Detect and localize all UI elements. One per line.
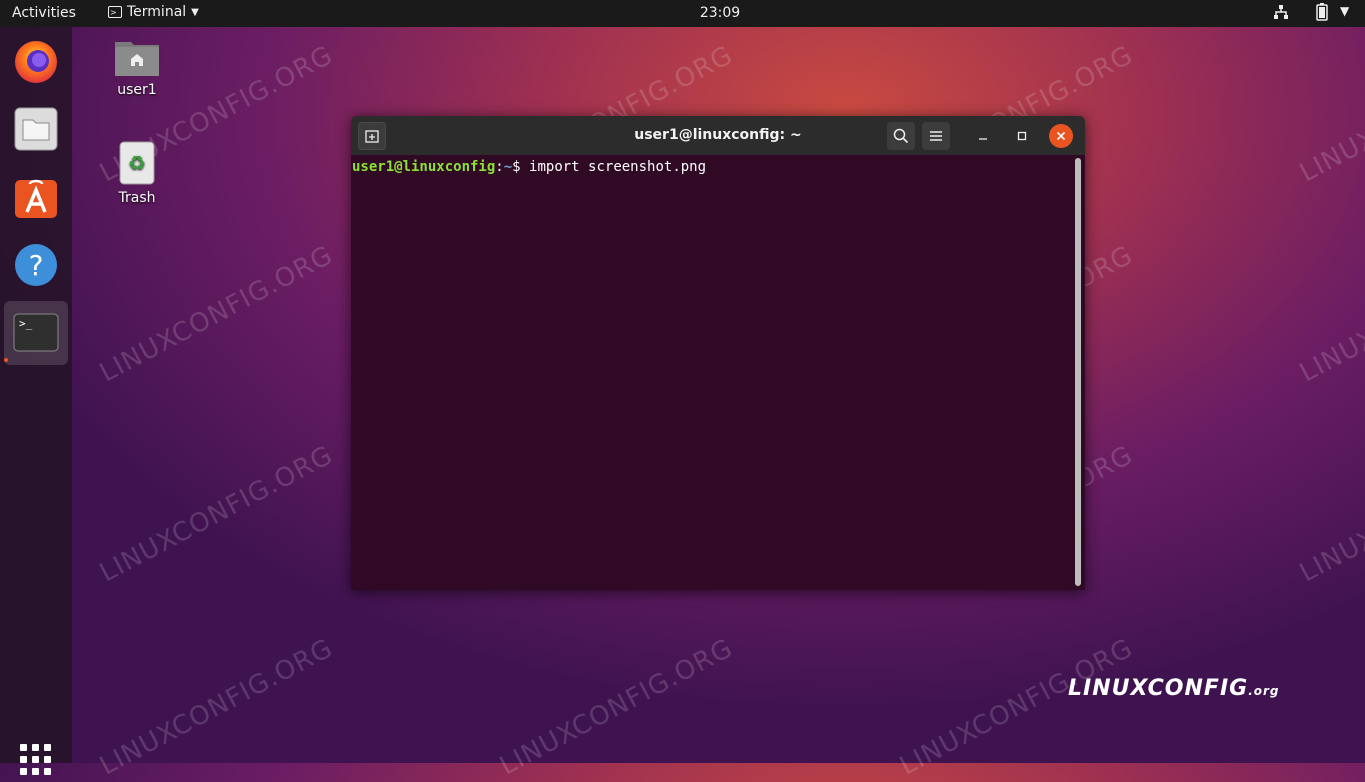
- maximize-button[interactable]: [1008, 122, 1036, 150]
- watermark-text: LINUXCONFIG.ORG: [1295, 440, 1365, 589]
- desktop-home-folder[interactable]: user1: [108, 36, 166, 98]
- watermark-text: LINUXCONFIG.ORG: [95, 633, 339, 782]
- hamburger-icon: [930, 131, 942, 141]
- top-bar: Activities > Terminal ▼ 23:09 ▼: [0, 0, 1365, 27]
- logo-main: LINUXCONFIG: [1068, 676, 1249, 701]
- desktop-icon-label: user1: [117, 82, 157, 98]
- help-icon: ?: [15, 244, 57, 286]
- dock-firefox[interactable]: [4, 29, 68, 93]
- show-applications-icon[interactable]: [20, 744, 51, 775]
- desktop-trash[interactable]: ♻ Trash: [108, 140, 166, 206]
- watermark-text: LINUXCONFIG.ORG: [1295, 40, 1365, 189]
- terminal-window[interactable]: user1@linuxconfig: ~ user1@linuxconfig:~…: [351, 116, 1085, 590]
- prompt-line: user1@linuxconfig:~$ import screenshot.p…: [352, 159, 706, 175]
- dock-files[interactable]: [4, 97, 68, 161]
- dock-terminal[interactable]: >_: [4, 301, 68, 365]
- dock-ubuntu-software[interactable]: [4, 165, 68, 229]
- menu-button[interactable]: [922, 122, 950, 150]
- watermark-text: LINUXCONFIG.ORG: [95, 440, 339, 589]
- system-menu-caret-icon[interactable]: ▼: [1340, 4, 1349, 18]
- watermark-text: LINUXCONFIG.ORG: [895, 633, 1139, 782]
- dock: ? >_: [0, 27, 72, 775]
- prompt-separator: :: [495, 159, 504, 175]
- new-tab-button[interactable]: [358, 122, 386, 150]
- ubuntu-software-icon: [15, 179, 57, 218]
- network-icon[interactable]: [1273, 4, 1289, 24]
- files-icon: [14, 107, 58, 151]
- maximize-icon: [1017, 131, 1027, 141]
- close-icon: [1056, 131, 1066, 141]
- window-title: user1@linuxconfig: ~: [634, 127, 802, 143]
- linuxconfig-logo: LINUXCONFIG.org: [1068, 676, 1280, 701]
- svg-text:>_: >_: [19, 317, 33, 330]
- firefox-icon: [15, 41, 57, 83]
- watermark-text: LINUXCONFIG.ORG: [1295, 240, 1365, 389]
- svg-text:?: ?: [29, 249, 44, 282]
- running-indicator: [4, 358, 8, 362]
- battery-icon[interactable]: [1316, 3, 1328, 25]
- new-tab-icon: [365, 130, 379, 143]
- terminal-icon: >_: [13, 313, 59, 352]
- prompt-path: ~: [503, 159, 513, 175]
- watermark-text: LINUXCONFIG.ORG: [95, 240, 339, 389]
- terminal-output[interactable]: user1@linuxconfig:~$ import screenshot.p…: [351, 155, 1085, 590]
- logo-suffix: .org: [1248, 684, 1280, 698]
- minimize-button[interactable]: [969, 122, 997, 150]
- trash-icon: ♻: [119, 141, 155, 185]
- minimize-icon: [979, 138, 987, 140]
- svg-text:♻: ♻: [128, 151, 146, 175]
- prompt-symbol: $: [512, 159, 530, 175]
- watermark-text: LINUXCONFIG.ORG: [495, 633, 739, 782]
- search-button[interactable]: [887, 122, 915, 150]
- desktop-icon-label: Trash: [118, 190, 156, 206]
- scrollbar[interactable]: [1075, 158, 1081, 586]
- window-titlebar[interactable]: user1@linuxconfig: ~: [351, 116, 1085, 155]
- prompt-user: user1@linuxconfig: [352, 159, 496, 175]
- dock-help[interactable]: ?: [4, 233, 68, 297]
- search-icon: [893, 128, 909, 144]
- home-folder-icon: [115, 42, 159, 76]
- command-text: import screenshot.png: [529, 159, 707, 175]
- clock[interactable]: 23:09: [0, 5, 1365, 21]
- close-button[interactable]: [1049, 124, 1073, 148]
